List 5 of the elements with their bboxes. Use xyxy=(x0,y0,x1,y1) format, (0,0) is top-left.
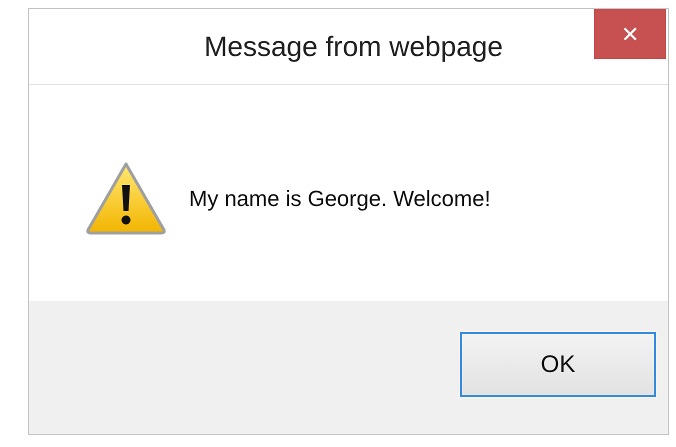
close-button[interactable]: ✕ xyxy=(594,9,666,59)
message-text: My name is George. Welcome! xyxy=(189,184,491,213)
ok-button[interactable]: OK xyxy=(460,332,656,397)
window-title: Message from webpage xyxy=(204,30,503,64)
warning-icon xyxy=(85,161,167,235)
